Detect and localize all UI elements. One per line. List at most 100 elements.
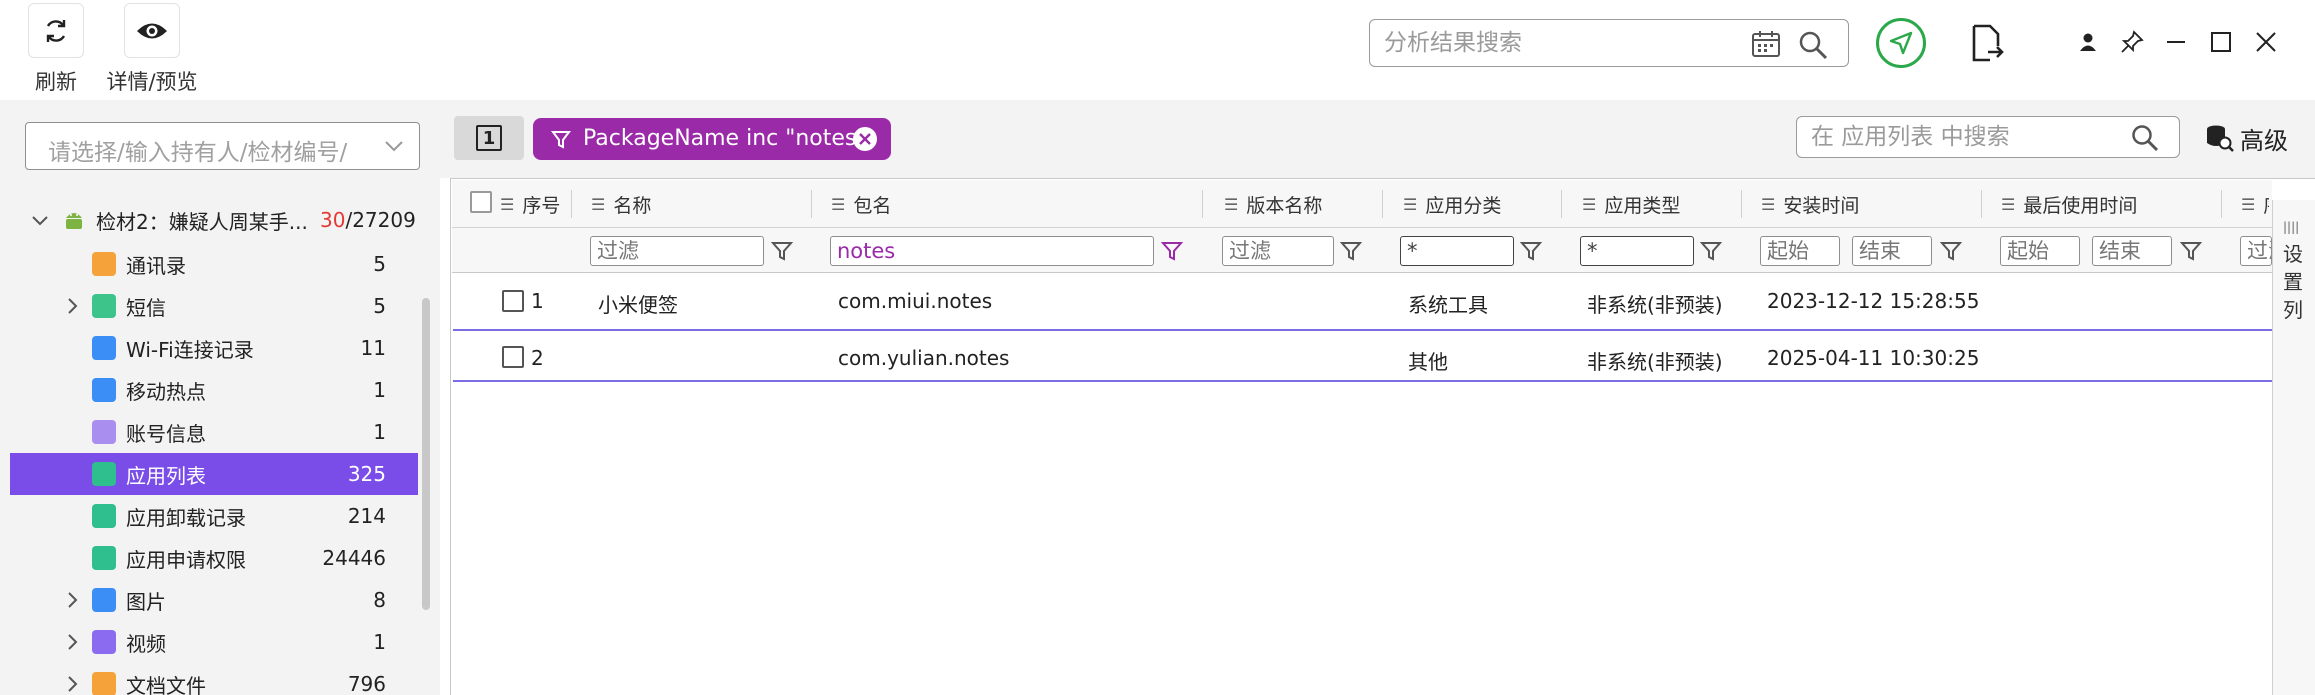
sidebar-item[interactable]: 应用卸载记录 214 bbox=[10, 495, 418, 537]
active-filter-chip[interactable]: PackageName inc "notes" bbox=[533, 118, 891, 160]
sidebar-item[interactable]: 通讯录 5 bbox=[10, 243, 418, 285]
tree-root-label: 检材2：嫌疑人周某手... bbox=[96, 209, 308, 234]
sidebar-item-label: 账号信息 bbox=[126, 421, 206, 446]
category-filter-input[interactable]: * bbox=[1400, 236, 1514, 266]
package-filter-input[interactable]: notes bbox=[830, 236, 1154, 266]
column-header-truncated-label: 序 bbox=[2263, 191, 2269, 218]
last-used-start-filter[interactable]: 起始 bbox=[2000, 236, 2080, 266]
column-header-install-time[interactable]: ☰ 安装时间 bbox=[1761, 180, 1859, 228]
column-header-package[interactable]: ☰ 包名 bbox=[831, 180, 891, 228]
column-divider[interactable] bbox=[571, 190, 572, 218]
pin-button[interactable] bbox=[2112, 22, 2152, 62]
column-header-name[interactable]: ☰ 名称 bbox=[591, 180, 651, 228]
chevron-down-icon[interactable] bbox=[30, 211, 50, 231]
column-divider[interactable] bbox=[1741, 190, 1742, 218]
column-settings-button[interactable]: |||| 设置列 bbox=[2272, 200, 2315, 695]
column-header-type[interactable]: ☰ 应用类型 bbox=[1582, 180, 1680, 228]
chevron-right-icon[interactable] bbox=[62, 296, 82, 316]
search-icon[interactable] bbox=[1798, 30, 1828, 64]
filter-icon bbox=[551, 131, 571, 149]
sidebar-scrollbar[interactable] bbox=[422, 298, 430, 610]
table-search-box[interactable] bbox=[1796, 116, 2180, 158]
analysis-search-box[interactable] bbox=[1369, 19, 1849, 67]
page-number: 1 bbox=[476, 125, 502, 151]
column-divider[interactable] bbox=[811, 190, 812, 218]
sidebar-item[interactable]: 短信 5 bbox=[10, 285, 418, 327]
sidebar-item-count: 5 bbox=[373, 252, 386, 276]
filter-funnel-icon[interactable] bbox=[1161, 240, 1183, 262]
install-start-filter[interactable]: 起始 bbox=[1760, 236, 1840, 266]
sidebar-item[interactable]: 文档文件 796 bbox=[10, 663, 418, 695]
user-button[interactable] bbox=[2068, 22, 2108, 62]
maximize-icon bbox=[2211, 32, 2231, 52]
evidence-selector[interactable]: 请选择/输入持有人/检材编号/ bbox=[25, 122, 420, 170]
row-checkbox[interactable] bbox=[502, 346, 524, 368]
sidebar-item[interactable]: 账号信息 1 bbox=[10, 411, 418, 453]
chevron-right-icon[interactable] bbox=[62, 632, 82, 652]
column-menu-icon: ☰ bbox=[1403, 194, 1418, 214]
toolbar bbox=[0, 0, 2315, 100]
column-header-index-label: 序号 bbox=[522, 194, 561, 217]
column-divider[interactable] bbox=[1981, 190, 1982, 218]
chevron-right-icon[interactable] bbox=[62, 674, 82, 694]
refresh-button[interactable]: 刷新 bbox=[28, 0, 84, 96]
sidebar-item[interactable]: 移动热点 1 bbox=[10, 369, 418, 411]
app-list-icon bbox=[92, 462, 116, 486]
type-filter-input[interactable]: * bbox=[1580, 236, 1694, 266]
sidebar-item[interactable]: 图片 8 bbox=[10, 579, 418, 621]
column-divider[interactable] bbox=[1382, 190, 1383, 218]
table-search-input[interactable] bbox=[1811, 123, 2111, 151]
select-all-checkbox[interactable] bbox=[470, 191, 492, 213]
filter-funnel-icon[interactable] bbox=[1520, 240, 1542, 262]
column-divider[interactable] bbox=[1202, 190, 1203, 218]
column-header-last-used-label: 最后使用时间 bbox=[2023, 194, 2138, 217]
search-icon[interactable] bbox=[2131, 124, 2159, 152]
column-header-version[interactable]: ☰ 版本名称 bbox=[1224, 180, 1322, 228]
sidebar-item-label: 移动热点 bbox=[126, 379, 206, 404]
column-divider[interactable] bbox=[2221, 190, 2222, 218]
row-selection-border bbox=[453, 380, 2273, 382]
details-preview-button[interactable]: 详情/预览 bbox=[104, 0, 200, 96]
version-filter-input[interactable]: 过滤 bbox=[1222, 236, 1334, 266]
location-button[interactable] bbox=[1876, 18, 1926, 68]
table-row[interactable]: 2 com.yulian.notes 其他 非系统(非预装) 2025-04-1… bbox=[453, 331, 2273, 386]
row-index: 2 bbox=[531, 346, 544, 370]
column-divider[interactable] bbox=[1561, 190, 1562, 218]
export-file-button[interactable] bbox=[1970, 24, 2004, 66]
table-row[interactable]: 1 小米便签 com.miui.notes 系统工具 非系统(非预装) 2023… bbox=[453, 274, 2273, 329]
filter-funnel-icon[interactable] bbox=[2180, 240, 2202, 262]
document-icon bbox=[92, 672, 116, 695]
filter-funnel-icon[interactable] bbox=[1940, 240, 1962, 262]
close-button[interactable] bbox=[2246, 22, 2286, 62]
name-filter-input[interactable]: 过滤 bbox=[590, 236, 764, 266]
eye-icon bbox=[124, 3, 180, 58]
sidebar-item[interactable]: 应用列表 325 bbox=[10, 453, 418, 495]
column-settings-label: 设置列 bbox=[2283, 242, 2303, 322]
filter-funnel-icon[interactable] bbox=[1340, 240, 1362, 262]
page-number-button[interactable]: 1 bbox=[454, 116, 524, 160]
tree-root-evidence[interactable]: 检材2：嫌疑人周某手... 30/27209 bbox=[10, 199, 418, 241]
sidebar-item[interactable]: 视频 1 bbox=[10, 621, 418, 663]
filter-funnel-icon[interactable] bbox=[771, 240, 793, 262]
column-header-truncated[interactable]: ☰序 bbox=[2241, 180, 2269, 228]
maximize-button[interactable] bbox=[2201, 22, 2241, 62]
sidebar-item[interactable]: Wi-Fi连接记录 11 bbox=[10, 327, 418, 369]
last-used-end-filter[interactable]: 结束 bbox=[2092, 236, 2172, 266]
chevron-right-icon[interactable] bbox=[62, 590, 82, 610]
remove-filter-button[interactable] bbox=[853, 127, 877, 151]
filter-funnel-icon[interactable] bbox=[1700, 240, 1722, 262]
sidebar-item-label: 应用列表 bbox=[126, 463, 206, 488]
column-header-category[interactable]: ☰ 应用分类 bbox=[1403, 180, 1501, 228]
analysis-search-input[interactable] bbox=[1384, 28, 1744, 58]
row-type: 非系统(非预装) bbox=[1587, 350, 1723, 374]
extra-filter-input[interactable]: 过滤 bbox=[2240, 236, 2272, 266]
row-checkbox[interactable] bbox=[502, 290, 524, 312]
advanced-search-button[interactable]: 高级 bbox=[2204, 116, 2304, 160]
calendar-icon[interactable] bbox=[1751, 30, 1781, 62]
column-header-index[interactable]: ☰ 序号 bbox=[500, 180, 560, 228]
row-index: 1 bbox=[531, 289, 544, 313]
install-end-filter[interactable]: 结束 bbox=[1852, 236, 1932, 266]
column-header-last-used[interactable]: ☰ 最后使用时间 bbox=[2001, 180, 2137, 228]
minimize-button[interactable] bbox=[2156, 22, 2196, 62]
sidebar-item[interactable]: 应用申请权限 24446 bbox=[10, 537, 418, 579]
